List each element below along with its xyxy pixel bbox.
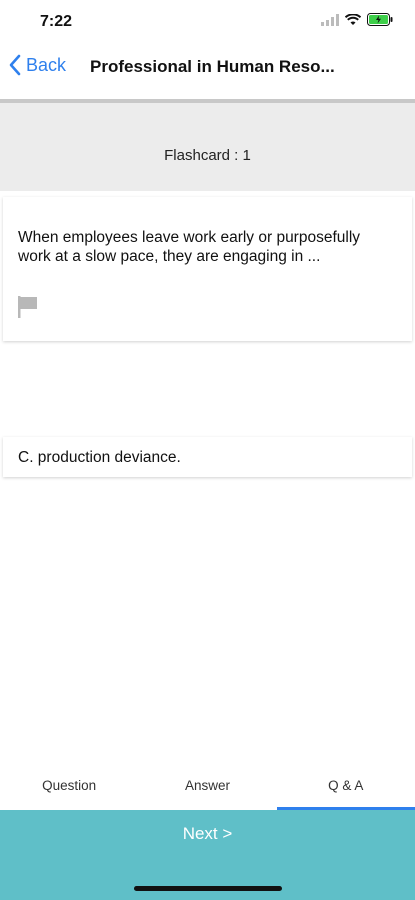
navigation-bar: Back Professional in Human Reso... [0, 44, 415, 90]
status-icons [321, 13, 393, 26]
back-label: Back [26, 54, 67, 75]
status-bar: 7:22 [0, 0, 415, 44]
back-button[interactable]: Back [8, 54, 66, 76]
tab-q-and-a[interactable]: Q & A [276, 766, 415, 810]
home-indicator [134, 886, 282, 891]
signal-icon [321, 13, 339, 26]
battery-icon [367, 13, 393, 26]
tab-answer[interactable]: Answer [138, 766, 276, 810]
flashcard-header: Flashcard : 1 [0, 103, 415, 191]
flag-icon[interactable] [17, 295, 39, 319]
next-button[interactable]: Next > [0, 824, 415, 844]
status-time: 7:22 [40, 13, 73, 30]
question-text: When employees leave work early or purpo… [18, 229, 361, 265]
wifi-icon [345, 13, 361, 25]
answer-text: C. production deviance. [18, 449, 181, 466]
tab-bar: Question Answer Q & A [0, 766, 415, 810]
page-title: Professional in Human Reso... [90, 57, 335, 76]
chevron-left-icon [9, 54, 21, 76]
question-card: When employees leave work early or purpo… [3, 197, 412, 341]
flashcard-label: Flashcard : 1 [164, 147, 251, 164]
tab-question[interactable]: Question [0, 766, 138, 810]
answer-card: C. production deviance. [3, 437, 412, 477]
